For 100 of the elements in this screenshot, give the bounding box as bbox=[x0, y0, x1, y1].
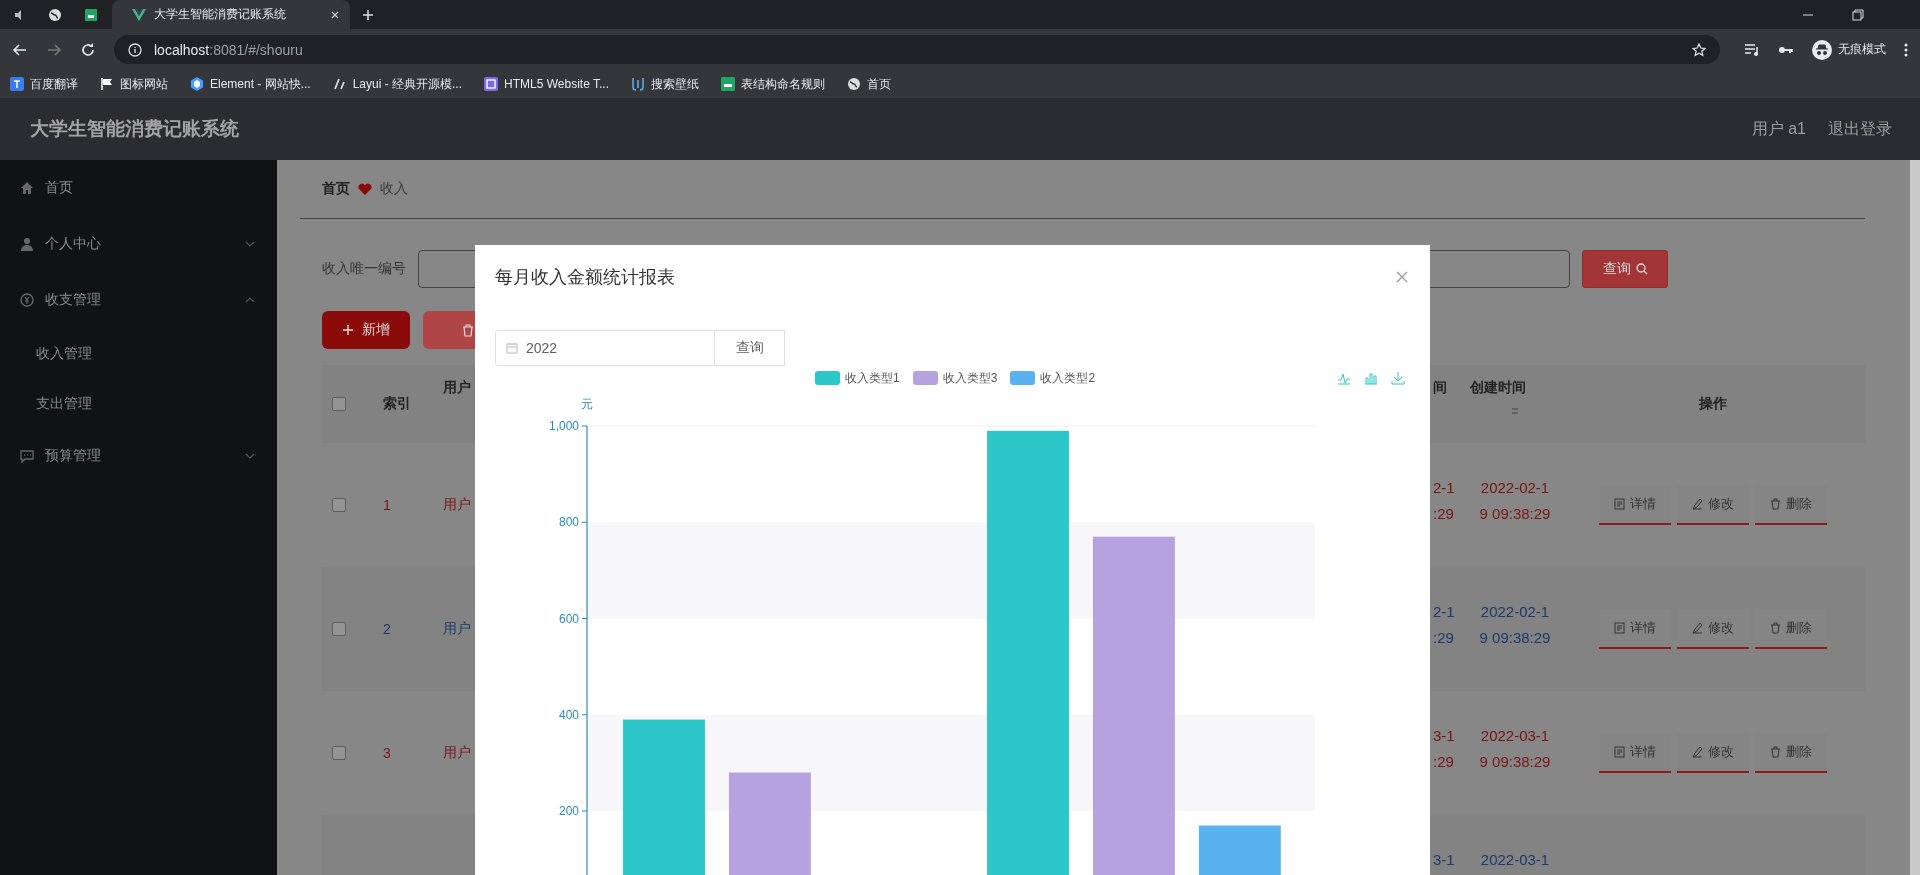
table-cell: 3 bbox=[383, 745, 391, 761]
bookmark[interactable]: 搜索壁纸 bbox=[631, 75, 699, 93]
table-cell-text: :29 bbox=[1433, 628, 1454, 648]
download-icon[interactable] bbox=[1391, 371, 1405, 385]
table-cell-text: 2022-02-1 bbox=[1480, 602, 1550, 622]
query-button[interactable]: 查询 bbox=[715, 330, 785, 366]
line-chart-icon[interactable] bbox=[1337, 371, 1351, 385]
square-icon bbox=[484, 77, 499, 91]
globe-icon[interactable] bbox=[48, 7, 62, 22]
close-icon[interactable] bbox=[330, 9, 340, 20]
sheet-icon bbox=[721, 77, 735, 91]
coin-icon bbox=[20, 293, 34, 307]
legend-item[interactable]: 收入类型2 bbox=[1010, 369, 1096, 387]
trash-icon bbox=[1769, 498, 1781, 510]
tick-label: 200 bbox=[558, 804, 579, 819]
table-cell-text: 9 09:38:29 bbox=[1479, 752, 1551, 772]
table-cell-text: 2-1 bbox=[1433, 602, 1455, 622]
menu-icon[interactable] bbox=[1904, 42, 1908, 57]
axis-label: 元 bbox=[581, 397, 593, 411]
bookmark[interactable]: 表结构命名规则 bbox=[721, 75, 825, 93]
reload-icon[interactable] bbox=[80, 41, 96, 58]
trash-icon bbox=[1769, 746, 1781, 758]
bookmark[interactable]: 图标网站 bbox=[100, 75, 168, 93]
address-bar[interactable]: localhost:8081/#/shouru bbox=[114, 35, 1720, 64]
logout-link[interactable]: 退出登录 bbox=[1828, 118, 1892, 140]
bar[interactable] bbox=[728, 772, 811, 875]
back-icon[interactable] bbox=[12, 41, 28, 58]
sidebar-item[interactable]: 个人中心 bbox=[0, 216, 277, 272]
sheet-icon[interactable] bbox=[84, 7, 98, 22]
column-header: 创建时间 bbox=[1470, 379, 1526, 397]
table-cell-text: :29 bbox=[1433, 504, 1454, 524]
sidebar-item[interactable]: 预算管理 bbox=[0, 428, 277, 484]
chat-icon bbox=[20, 449, 34, 463]
bookmark[interactable]: Layui - 经典开源模... bbox=[332, 75, 463, 93]
search-label: 收入唯一编号 bbox=[322, 260, 407, 278]
column-header: 操作 bbox=[1698, 395, 1727, 413]
year-field[interactable]: 2022 bbox=[495, 330, 715, 366]
table-cell-text: 2022-02-1 bbox=[1480, 478, 1550, 498]
sidebar-subitem[interactable]: 收入管理 bbox=[0, 328, 277, 378]
new-tab-icon[interactable] bbox=[362, 8, 374, 21]
app-title: 大学生智能消费记账系统 bbox=[30, 117, 239, 141]
table-cell-text: 2-1 bbox=[1433, 478, 1455, 498]
sidebar-item[interactable]: 收支管理 bbox=[0, 272, 277, 328]
table-cell-text: 9 09:38:29 bbox=[1479, 504, 1551, 524]
info-icon bbox=[128, 42, 142, 57]
bookmark[interactable]: Element - 网站快... bbox=[190, 75, 311, 93]
table-cell-text: 3-1 bbox=[1433, 850, 1455, 870]
checkbox[interactable] bbox=[332, 498, 346, 512]
sidebar-subitem[interactable]: 支出管理 bbox=[0, 378, 277, 428]
legend-item[interactable]: 收入类型3 bbox=[912, 369, 998, 387]
column-header: 间 bbox=[1433, 379, 1447, 397]
trash-icon bbox=[1769, 622, 1781, 634]
v-logo-icon bbox=[132, 8, 146, 21]
star-icon[interactable] bbox=[1692, 42, 1706, 57]
scrollbar[interactable] bbox=[1910, 160, 1920, 875]
plus-icon bbox=[342, 324, 354, 336]
table-cell-text: 9 09:38:29 bbox=[1479, 628, 1551, 648]
document-icon bbox=[1613, 498, 1625, 510]
trash-icon bbox=[462, 323, 474, 337]
checkbox[interactable] bbox=[332, 397, 346, 411]
playlist-icon[interactable] bbox=[1744, 42, 1760, 57]
incognito-icon bbox=[1812, 39, 1832, 60]
calendar-icon bbox=[506, 342, 518, 354]
browser-tab[interactable]: 大学生智能消费记账系统 bbox=[112, 0, 350, 29]
table-cell: 2 bbox=[383, 621, 391, 637]
table-cell: 用户 bbox=[443, 620, 471, 638]
brackets-icon bbox=[631, 77, 645, 91]
translate-icon bbox=[10, 77, 24, 91]
document-icon bbox=[1613, 746, 1625, 758]
url-text: localhost:8081/#/shouru bbox=[154, 41, 303, 58]
profile-button[interactable]: 无痕模式 bbox=[1812, 39, 1886, 60]
heart-icon bbox=[358, 183, 372, 195]
bar[interactable] bbox=[1198, 825, 1281, 875]
sort-icon[interactable] bbox=[1511, 407, 1519, 415]
checkbox[interactable] bbox=[332, 746, 346, 760]
legend-item[interactable]: 收入类型1 bbox=[815, 369, 900, 387]
bar-chart-icon[interactable] bbox=[1364, 371, 1378, 385]
breadcrumb-current: 收入 bbox=[380, 180, 408, 198]
dialog-title: 每月收入金额统计报表 bbox=[495, 266, 676, 289]
breadcrumb-link[interactable]: 首页 bbox=[322, 180, 350, 198]
add-button[interactable]: 新增 bbox=[322, 311, 410, 349]
tick-label: 600 bbox=[558, 611, 579, 626]
table-cell: 用户 bbox=[443, 744, 471, 762]
sidebar-item[interactable]: 首页 bbox=[0, 160, 277, 216]
bookmark[interactable]: 百度翻译 bbox=[10, 75, 78, 93]
table-cell: 1 bbox=[383, 497, 391, 513]
forward-icon[interactable] bbox=[46, 41, 62, 58]
document-icon bbox=[1613, 622, 1625, 634]
checkbox[interactable] bbox=[332, 622, 346, 636]
bookmark[interactable]: 首页 bbox=[847, 75, 891, 93]
table-cell-text: :29 bbox=[1433, 752, 1454, 772]
search-button[interactable]: 查询 bbox=[1582, 250, 1668, 288]
tick-label: 1,000 bbox=[548, 419, 579, 433]
restore-icon[interactable] bbox=[1852, 8, 1864, 21]
tick-label: 400 bbox=[558, 707, 579, 722]
bookmark[interactable]: HTML5 Website T... bbox=[484, 77, 609, 91]
slashes-icon bbox=[332, 77, 347, 91]
tick-label: 800 bbox=[558, 515, 579, 530]
user-name: 用户 a1 bbox=[1751, 118, 1806, 139]
column-header: 用户 bbox=[443, 379, 471, 397]
